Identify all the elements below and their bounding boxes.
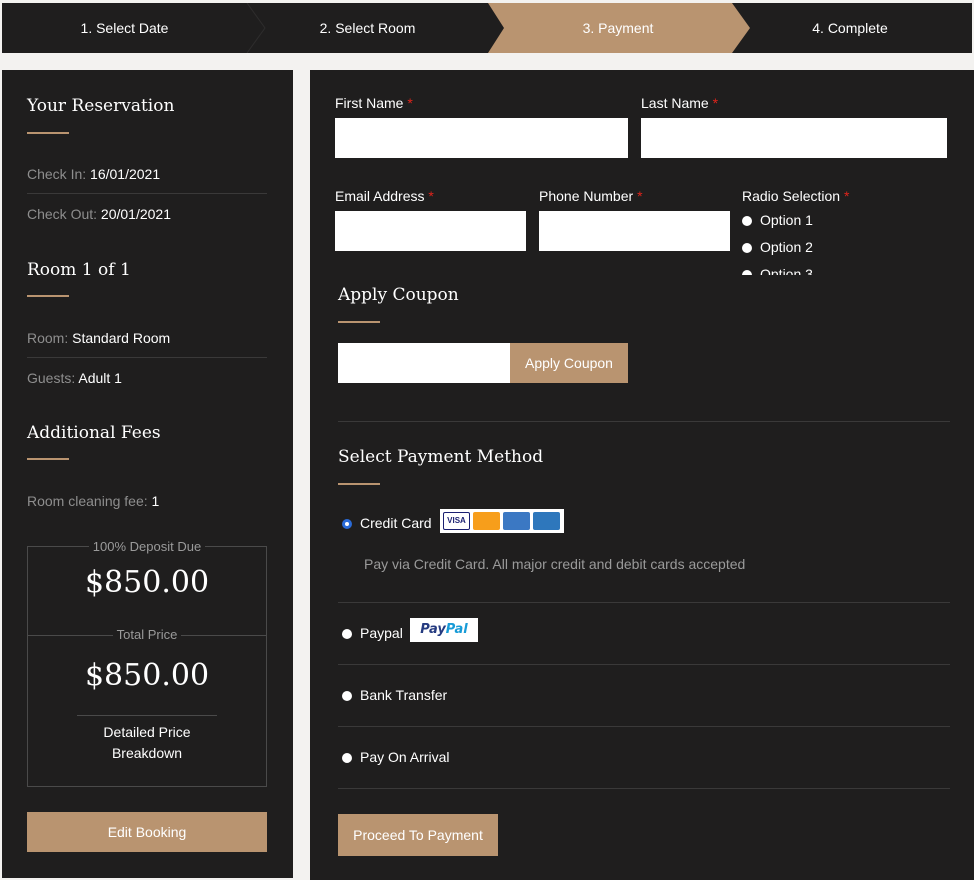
payment-option-label: Credit Card	[360, 515, 432, 531]
payment-panel: First Name * Last Name * Email Address *…	[310, 70, 974, 880]
check-out-row: Check Out: 20/01/2021	[27, 206, 171, 222]
payment-option-paypal[interactable]: Paypal	[342, 625, 403, 641]
proceed-to-payment-button[interactable]: Proceed To Payment	[338, 814, 498, 856]
step-select-room[interactable]: 2. Select Room	[247, 3, 488, 53]
credit-card-description: Pay via Credit Card. All major credit an…	[364, 556, 746, 572]
payment-option-pay-on-arrival[interactable]: Pay On Arrival	[342, 749, 449, 765]
payment-option-bank-transfer[interactable]: Bank Transfer	[342, 687, 447, 703]
cleaning-fee-row: Room cleaning fee: 1	[27, 493, 159, 509]
radio-icon	[742, 216, 752, 226]
divider	[338, 421, 950, 422]
deposit-label: 100% Deposit Due	[28, 539, 266, 554]
radio-icon	[742, 243, 752, 253]
price-summary-box: 100% Deposit Due $850.00 Total Price $85…	[27, 539, 267, 787]
radio-option-3[interactable]: Option 3	[742, 266, 813, 275]
price-breakdown-line-1: Detailed Price	[103, 724, 191, 740]
price-breakdown-link[interactable]: Detailed Price Breakdown	[28, 722, 266, 764]
guests-value: Adult 1	[78, 370, 122, 386]
payment-method-title-underline	[338, 483, 380, 485]
check-out-value: 20/01/2021	[100, 206, 171, 222]
check-in-label: Check In:	[27, 166, 87, 182]
payment-option-label: Bank Transfer	[360, 687, 448, 703]
divider	[27, 357, 267, 358]
coupon-title: Apply Coupon	[338, 285, 459, 305]
edit-booking-button[interactable]: Edit Booking	[27, 812, 267, 852]
mastercard-icon	[473, 512, 500, 530]
visa-icon: VISA	[443, 512, 470, 530]
room-label: Room:	[27, 330, 69, 346]
coupon-code-input[interactable]	[338, 343, 510, 383]
divider	[338, 664, 950, 665]
payment-method-title: Select Payment Method	[338, 447, 544, 467]
radio-option-2[interactable]: Option 2	[742, 239, 813, 255]
room-value: Standard Room	[72, 330, 171, 346]
reservation-sidebar: Your Reservation Check In: 16/01/2021 Ch…	[2, 70, 293, 878]
cleaning-fee-label: Room cleaning fee:	[27, 493, 148, 509]
card-logos: VISA	[440, 509, 564, 533]
radio-option-label: Option 2	[760, 239, 813, 255]
radio-option-label: Option 3	[760, 266, 813, 275]
total-price-label: Total Price	[28, 627, 266, 642]
radio-option-1[interactable]: Option 1	[742, 212, 813, 228]
payment-option-label: Pay On Arrival	[360, 749, 450, 765]
guests-label: Guests:	[27, 370, 76, 386]
radio-selected-icon	[342, 519, 352, 529]
check-out-label: Check Out:	[27, 206, 98, 222]
amex-icon	[533, 512, 560, 530]
check-in-value: 16/01/2021	[90, 166, 161, 182]
fees-title: Additional Fees	[27, 423, 161, 443]
divider	[338, 602, 950, 603]
check-in-row: Check In: 16/01/2021	[27, 166, 160, 182]
divider	[27, 193, 267, 194]
radio-icon	[342, 629, 352, 639]
room-title-underline	[27, 295, 69, 297]
room-title: Room 1 of 1	[27, 260, 131, 280]
coupon-title-underline	[338, 321, 380, 323]
cleaning-fee-value: 1	[151, 493, 160, 509]
fees-title-underline	[27, 458, 69, 460]
radio-options-clip: Option 1 Option 2 Option 3	[310, 70, 974, 275]
step-payment[interactable]: 3. Payment	[488, 3, 748, 53]
divider	[338, 788, 950, 789]
payment-option-credit-card[interactable]: Credit Card	[342, 515, 432, 531]
guests-row: Guests: Adult 1	[27, 370, 122, 386]
radio-option-label: Option 1	[760, 212, 813, 228]
booking-steps: 1. Select Date 2. Select Room 3. Payment…	[2, 3, 972, 53]
payment-option-label: Paypal	[360, 625, 403, 641]
price-breakdown-line-2: Breakdown	[111, 745, 183, 761]
radio-icon	[742, 270, 752, 275]
total-price-amount: $850.00	[84, 658, 210, 693]
apply-coupon-button[interactable]: Apply Coupon	[510, 343, 628, 383]
divider	[338, 726, 950, 727]
radio-icon	[342, 691, 352, 701]
step-select-date[interactable]: 1. Select Date	[2, 3, 247, 53]
divider	[77, 715, 217, 716]
room-row: Room: Standard Room	[27, 330, 170, 346]
step-complete[interactable]: 4. Complete	[750, 3, 950, 53]
deposit-amount: $850.00	[84, 565, 210, 600]
radio-icon	[342, 753, 352, 763]
paypal-logo: PayPal	[410, 618, 478, 642]
reservation-title: Your Reservation	[27, 96, 175, 116]
maestro-icon	[503, 512, 530, 530]
reservation-title-underline	[27, 132, 69, 134]
